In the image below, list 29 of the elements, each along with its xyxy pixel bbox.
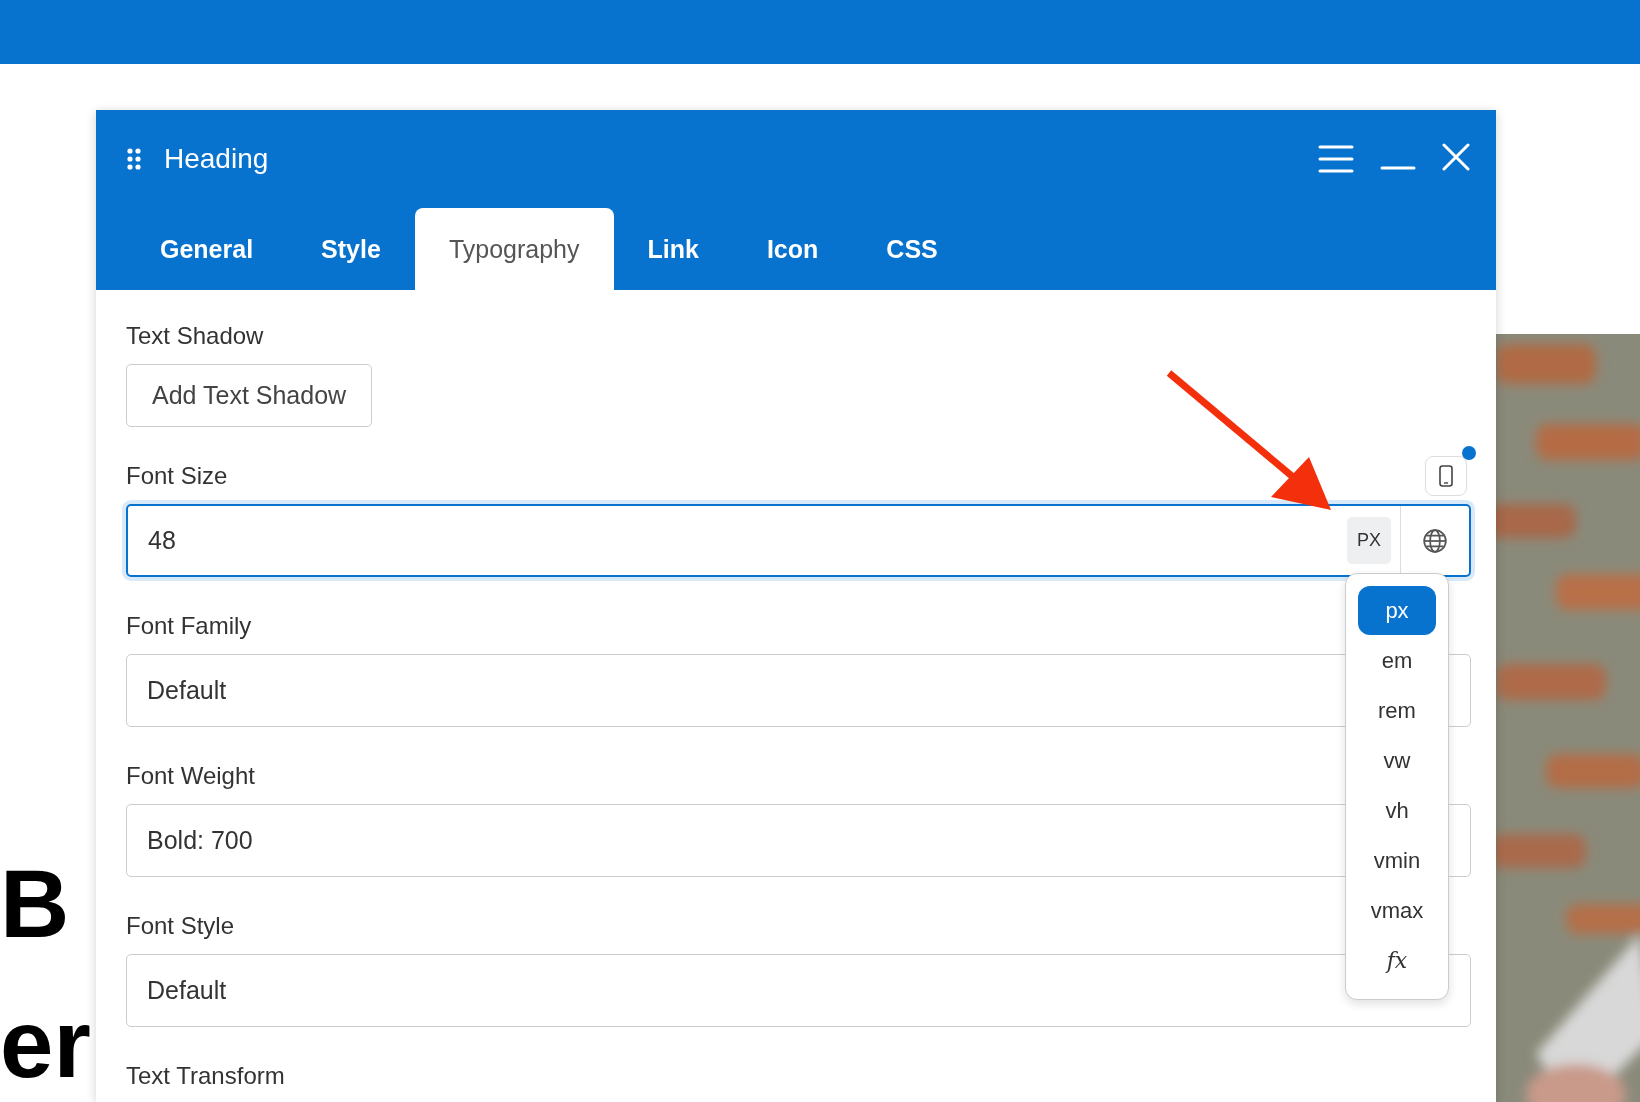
unit-option[interactable]: vmax xyxy=(1358,886,1436,935)
panel-title: Heading xyxy=(164,143,269,175)
tab[interactable]: Icon xyxy=(732,208,853,290)
drag-handle-icon[interactable] xyxy=(126,147,142,171)
phone-icon xyxy=(1439,465,1453,487)
globe-icon[interactable] xyxy=(1422,527,1448,554)
close-icon[interactable] xyxy=(1442,143,1470,171)
field-label: Text Transform xyxy=(126,1062,285,1090)
unit-option[interactable]: px xyxy=(1358,586,1436,635)
unit-button[interactable]: PX xyxy=(1347,517,1391,564)
input-value: 48 xyxy=(147,526,177,555)
minimize-icon[interactable] xyxy=(1380,166,1416,170)
add-text-shadow-button[interactable]: Add Text Shadow xyxy=(126,364,373,427)
menu-icon[interactable] xyxy=(1318,144,1354,174)
notification-dot xyxy=(1462,446,1476,460)
page-heading-text: er xyxy=(0,989,91,1099)
field-label: Font Weight xyxy=(126,762,255,790)
field-label: Font Size xyxy=(126,462,228,490)
tab[interactable]: CSS xyxy=(852,208,972,290)
page-heading-text: B xyxy=(0,849,70,959)
tab[interactable]: Typography xyxy=(414,208,614,290)
field-label: Text Shadow xyxy=(126,322,264,350)
tab[interactable]: Style xyxy=(287,208,415,290)
responsive-device-button[interactable] xyxy=(1425,456,1467,496)
field-label: Font Style xyxy=(126,912,235,940)
field-label: Font Family xyxy=(126,612,252,640)
tab[interactable]: General xyxy=(126,208,288,290)
unit-option[interactable]: vw xyxy=(1358,736,1436,785)
tab[interactable]: Link xyxy=(613,208,733,290)
